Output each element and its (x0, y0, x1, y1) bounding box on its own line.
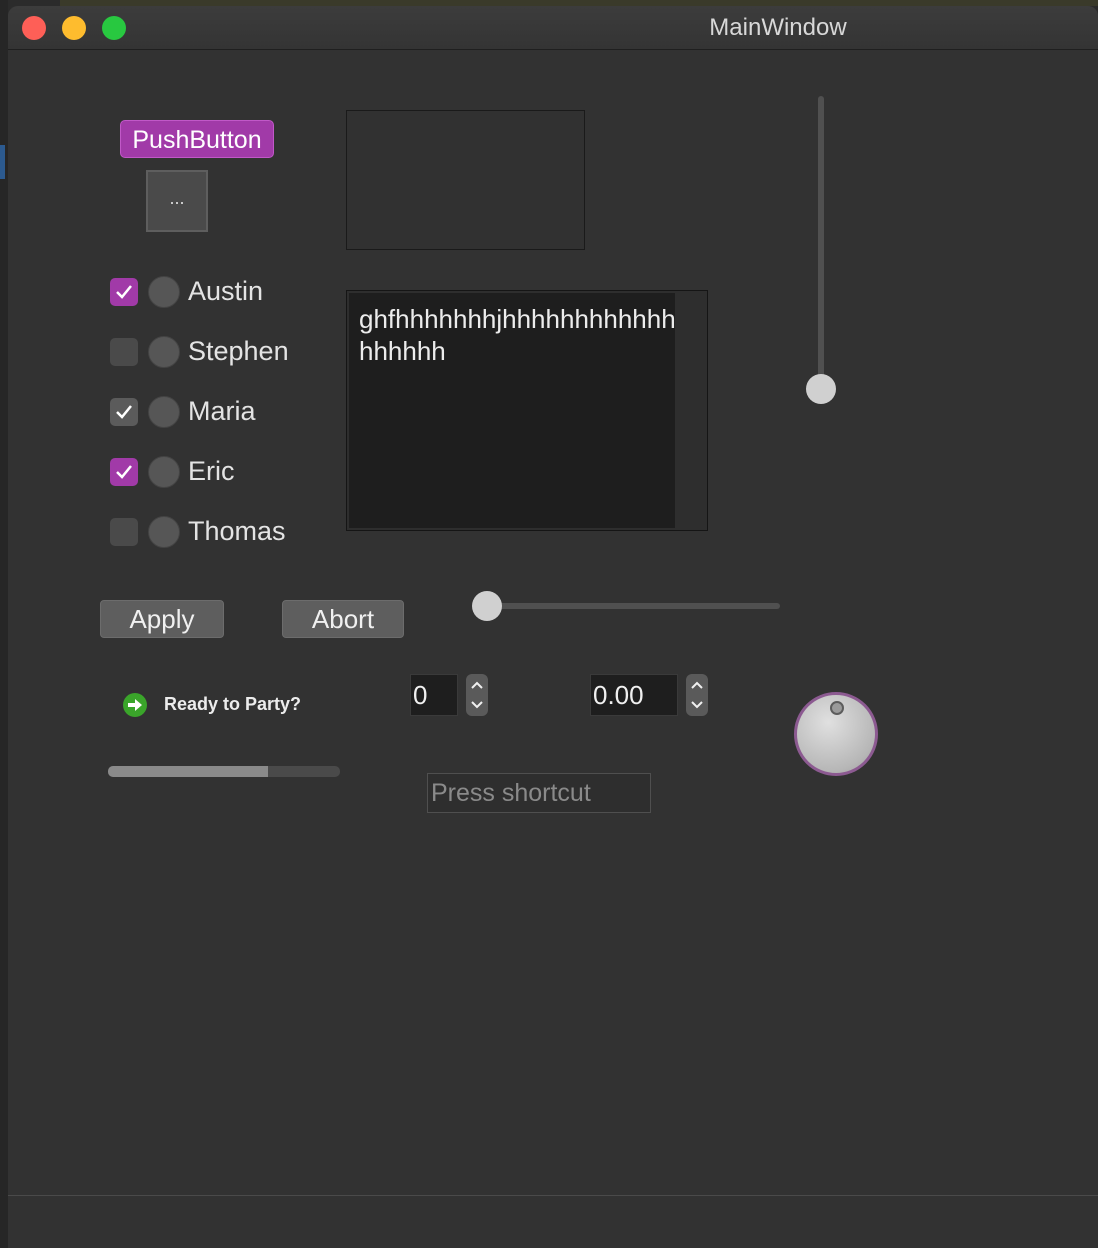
stepper-arrows-icon (691, 681, 703, 709)
dial-notch (830, 701, 844, 715)
radio-thomas[interactable] (148, 516, 180, 548)
integer-spinbox-field[interactable]: 0 (410, 674, 458, 716)
graphics-frame (346, 110, 585, 250)
text-edit-content: ghfhhhhhhhjhhhhhhhhhhhhhhhhhh (359, 304, 676, 366)
dial-knob[interactable] (794, 692, 878, 776)
list-item-label: Stephen (188, 336, 289, 366)
text-edit[interactable]: ghfhhhhhhhjhhhhhhhhhhhhhhhhhh (346, 290, 708, 531)
checkmark-icon (116, 285, 132, 299)
horizontal-slider-handle[interactable] (472, 591, 502, 621)
radio-austin[interactable] (148, 276, 180, 308)
window-title: MainWindow (709, 14, 847, 41)
key-sequence-input[interactable]: Press shortcut (427, 773, 651, 813)
push-button[interactable]: PushButton (120, 120, 274, 158)
text-edit-viewport[interactable]: ghfhhhhhhhjhhhhhhhhhhhhhhhhhh (349, 293, 676, 528)
radio-maria[interactable] (148, 396, 180, 428)
vertical-slider-track[interactable] (818, 96, 824, 388)
checkmark-icon (116, 405, 132, 419)
checkbox-maria[interactable] (110, 398, 138, 426)
radio-stephen[interactable] (148, 336, 180, 368)
checkbox-stephen[interactable] (110, 338, 138, 366)
double-spinbox-field[interactable]: 0.00 (590, 674, 678, 716)
background-window-accent (0, 145, 5, 179)
titlebar: MainWindow (8, 6, 1098, 50)
list-item-label: Thomas (188, 516, 286, 546)
list-item-label: Austin (188, 276, 264, 306)
checkbox-thomas[interactable] (110, 518, 138, 546)
status-bar (8, 1195, 1098, 1248)
vertical-slider-handle[interactable] (806, 374, 836, 404)
abort-button[interactable]: Abort (282, 600, 404, 638)
checkmark-icon (116, 465, 132, 479)
integer-spinbox-stepper[interactable] (466, 674, 488, 716)
progress-bar-fill (108, 766, 269, 777)
double-spinbox-stepper[interactable] (686, 674, 708, 716)
arrow-right-icon (123, 693, 147, 717)
checkbox-austin[interactable] (110, 278, 138, 306)
ready-label: Ready to Party? (164, 694, 302, 714)
tool-button[interactable]: ... (146, 170, 208, 232)
main-window: MainWindow PushButton ... Austin Stephen… (8, 6, 1098, 1248)
apply-button[interactable]: Apply (100, 600, 224, 638)
stepper-arrows-icon (471, 681, 483, 709)
horizontal-slider-track[interactable] (472, 603, 780, 609)
progress-bar (108, 766, 340, 777)
left-background-strip (0, 0, 8, 1248)
list-item-label: Maria (188, 396, 256, 426)
checkbox-eric[interactable] (110, 458, 138, 486)
list-item-label: Eric (188, 456, 235, 486)
radio-eric[interactable] (148, 456, 180, 488)
